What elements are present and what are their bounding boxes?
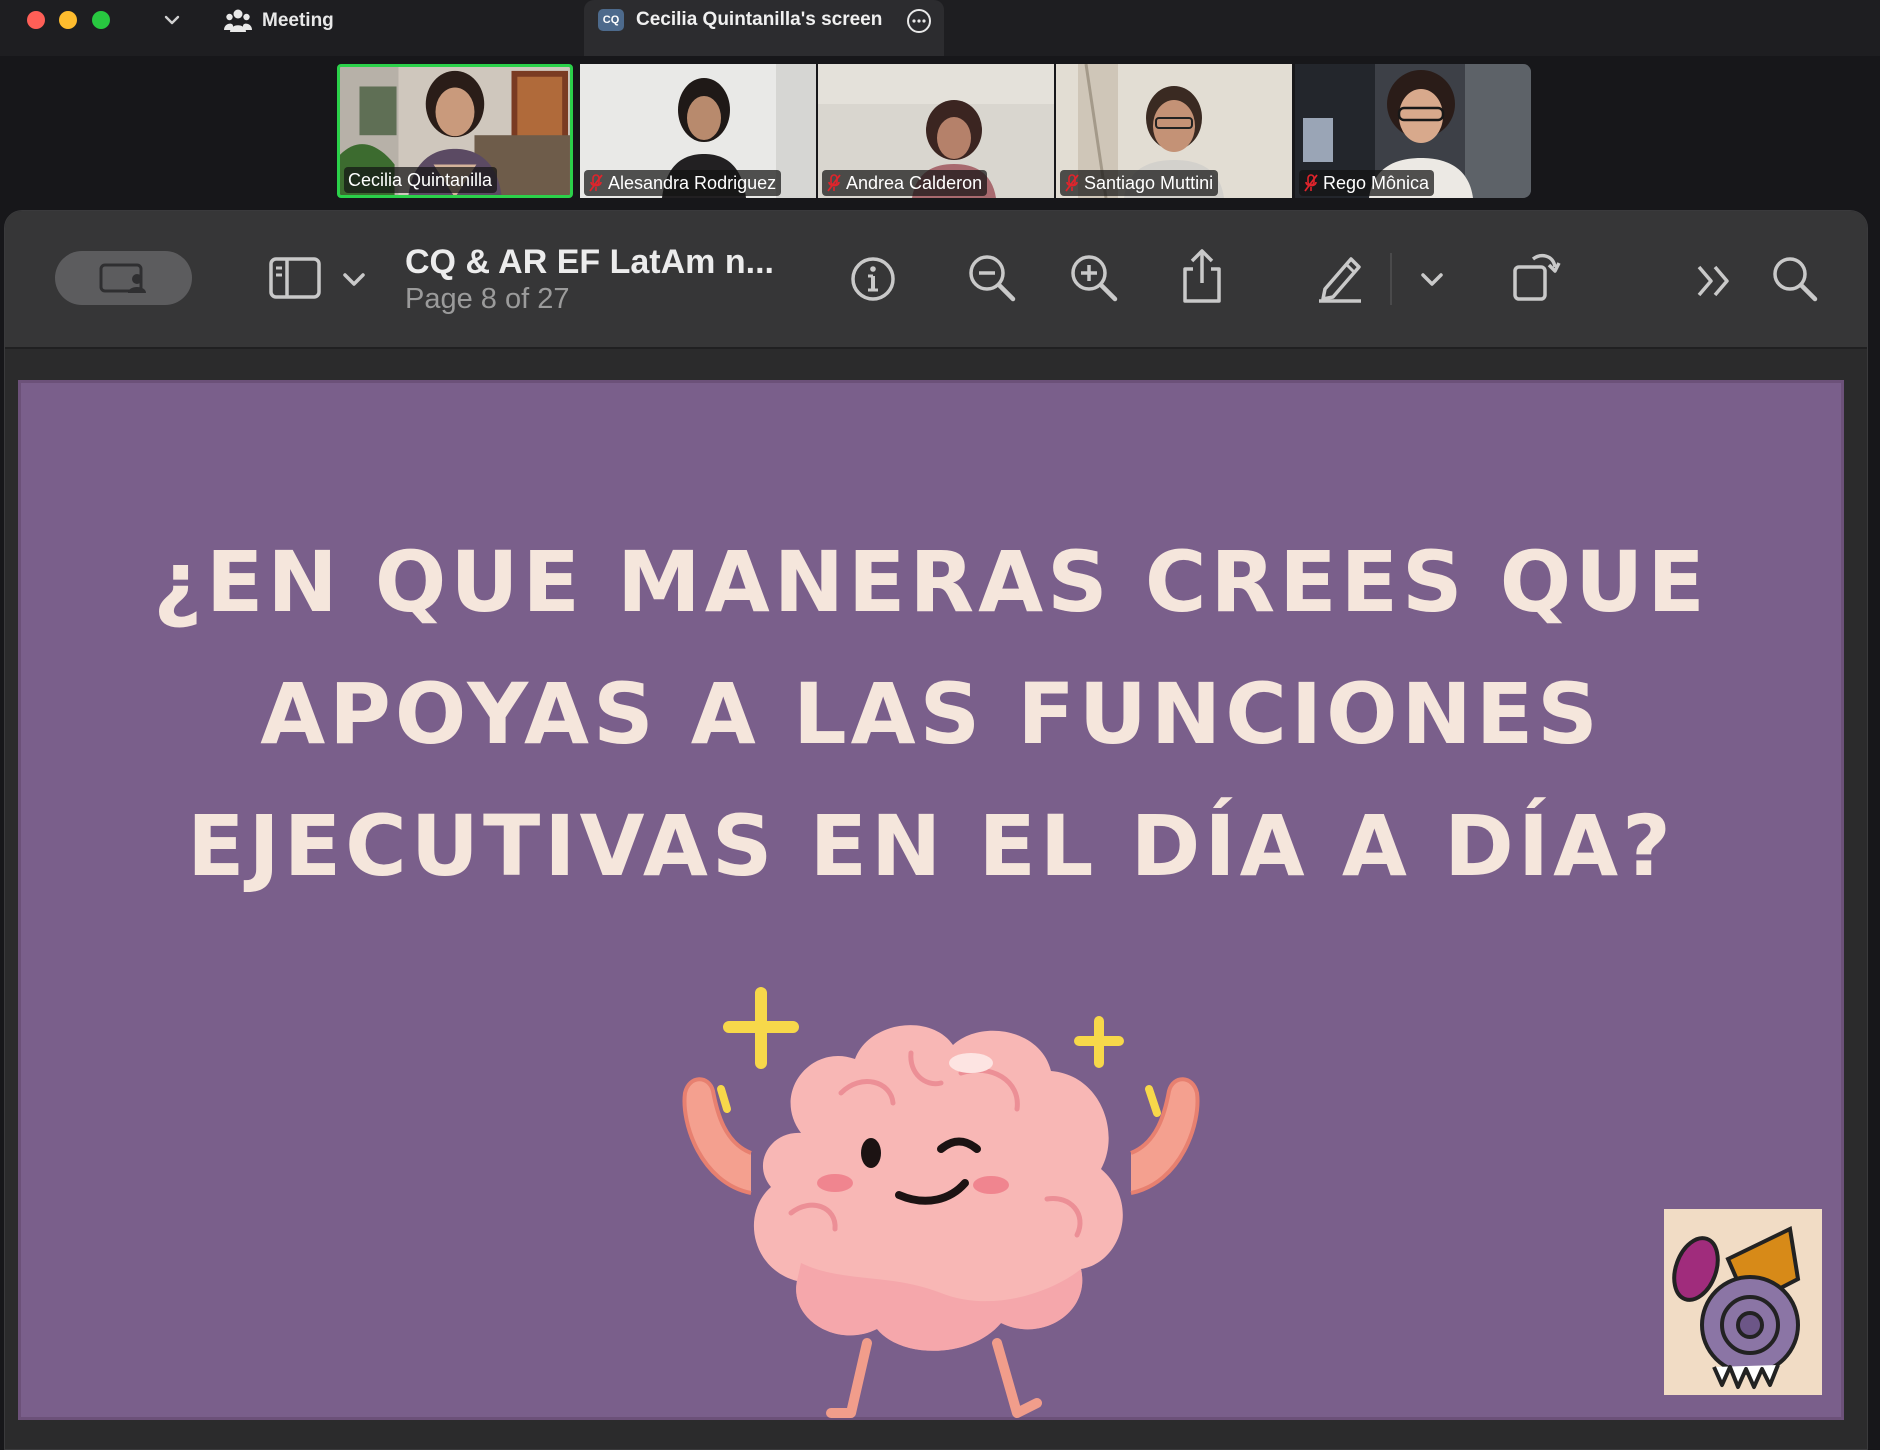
meeting-tab[interactable]: Meeting — [224, 0, 334, 42]
slide-heading-line: ¿EN QUE MANERAS CREES QUE — [153, 533, 1709, 631]
participant-name-tag: Alesandra Rodriguez — [584, 170, 782, 196]
participants-icon — [224, 9, 252, 32]
robot-logo-icon — [1672, 1226, 1801, 1389]
zoom-out-icon[interactable] — [967, 253, 1017, 303]
rotate-icon[interactable] — [1511, 247, 1561, 303]
presentation-slide: ¿EN QUE MANERAS CREES QUE APOYAS A LAS F… — [18, 380, 1844, 1420]
page-indicator: Page 8 of 27 — [405, 283, 570, 315]
close-window-button[interactable] — [27, 11, 45, 29]
zoom-in-icon[interactable] — [1069, 253, 1119, 303]
window-button[interactable] — [55, 251, 192, 305]
toolbar-divider — [1390, 253, 1392, 305]
meeting-label: Meeting — [262, 10, 334, 31]
shared-screen-tab-label: Cecilia Quintanilla's screen — [636, 9, 883, 30]
muted-mic-icon — [1304, 174, 1318, 192]
muted-mic-icon — [589, 174, 603, 192]
participant-name: Cecilia Quintanilla — [348, 169, 493, 190]
brain-mascot-illustration — [682, 987, 1200, 1418]
participant-tile[interactable]: Rego Mônica — [1295, 64, 1531, 198]
participant-name-tag: Rego Mônica — [1299, 170, 1435, 196]
participant-name: Andrea Calderon — [846, 172, 983, 193]
participant-tile[interactable]: Cecilia Quintanilla — [337, 64, 573, 198]
participant-name: Alesandra Rodriguez — [608, 172, 777, 193]
participant-name: Rego Mônica — [1323, 172, 1430, 193]
presenter-avatar-badge: CQ — [598, 9, 624, 31]
slide-heading-line: APOYAS A LAS FUNCIONES — [260, 665, 1602, 763]
display-person-icon — [99, 263, 146, 293]
chevron-down-icon[interactable] — [341, 269, 367, 291]
corner-logo — [1664, 1209, 1822, 1395]
more-options-icon[interactable] — [906, 8, 932, 34]
double-chevron-right-icon[interactable] — [1695, 263, 1733, 299]
muted-mic-icon — [827, 174, 841, 192]
fullscreen-window-button[interactable] — [92, 11, 110, 29]
markup-pen-icon[interactable] — [1315, 251, 1365, 303]
window-title-bar: Meeting CQ Cecilia Quintanilla's screen — [0, 0, 1880, 56]
participant-name: Santiago Muttini — [1084, 172, 1214, 193]
chevron-down-icon[interactable] — [1419, 269, 1445, 291]
participant-tile[interactable]: Alesandra Rodriguez — [580, 64, 816, 198]
chevron-down-icon[interactable] — [162, 10, 182, 30]
document-title: CQ & AR EF LatAm n... — [405, 243, 774, 281]
slide-heading-line: EJECUTIVAS EN EL DÍA A DÍA? — [187, 797, 1675, 895]
sidebar-toggle-icon[interactable] — [267, 255, 323, 301]
search-icon[interactable] — [1771, 255, 1819, 303]
info-icon[interactable] — [849, 255, 897, 303]
participant-name-tag: Cecilia Quintanilla — [344, 167, 498, 193]
muted-mic-icon — [1065, 174, 1079, 192]
preview-toolbar: CQ & AR EF LatAm n... Page 8 of 27 — [5, 211, 1867, 349]
participant-name-tag: Santiago Muttini — [1060, 170, 1219, 196]
participant-tile[interactable]: Santiago Muttini — [1056, 64, 1292, 198]
shared-screen-tab[interactable]: CQ Cecilia Quintanilla's screen — [584, 0, 944, 56]
participant-tile[interactable]: Andrea Calderon — [818, 64, 1054, 198]
minimize-window-button[interactable] — [59, 11, 77, 29]
participant-video-strip: Cecilia Quintanilla Alesandra Rodriguez — [337, 64, 1532, 200]
share-icon[interactable] — [1179, 247, 1225, 305]
participant-name-tag: Andrea Calderon — [822, 170, 988, 196]
